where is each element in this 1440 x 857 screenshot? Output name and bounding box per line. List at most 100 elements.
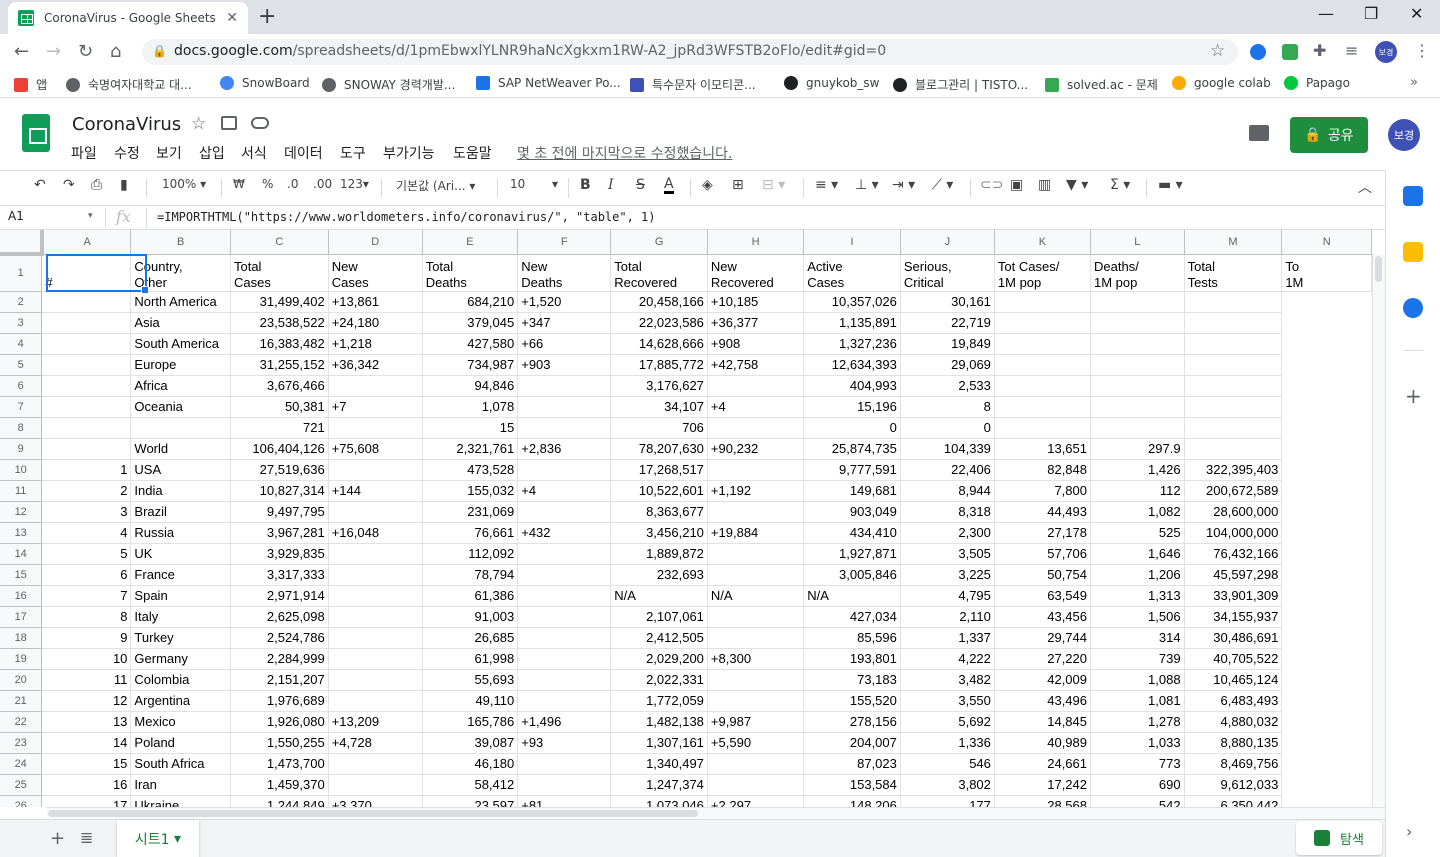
forward-icon[interactable]: → xyxy=(46,41,61,62)
cell[interactable]: North America xyxy=(130,291,231,313)
add-addon-icon[interactable]: + xyxy=(1405,384,1422,408)
cell[interactable]: 42,009 xyxy=(994,669,1092,691)
cell[interactable]: 34,107 xyxy=(610,396,708,418)
cell[interactable]: 0 xyxy=(900,417,995,439)
column-header[interactable]: L xyxy=(1090,230,1185,255)
cell[interactable] xyxy=(707,669,805,691)
cell[interactable]: Spain xyxy=(130,585,231,607)
cell[interactable]: +7 xyxy=(328,396,423,418)
cell[interactable]: 404,993 xyxy=(803,375,901,397)
cell[interactable]: 1,337 xyxy=(900,627,995,649)
cell[interactable]: +42,758 xyxy=(707,354,805,376)
cell[interactable]: Brazil xyxy=(130,501,231,523)
cell[interactable]: 43,456 xyxy=(994,606,1092,628)
cell[interactable] xyxy=(41,312,132,334)
cell[interactable] xyxy=(707,459,805,481)
cell[interactable] xyxy=(328,669,423,691)
menu-file[interactable]: 파일 xyxy=(71,143,97,163)
document-title[interactable]: CoronaVirus xyxy=(72,114,181,135)
cell[interactable] xyxy=(328,375,423,397)
header-cell[interactable]: To 1M xyxy=(1281,254,1372,292)
cell[interactable]: 87,023 xyxy=(803,753,901,775)
cell[interactable]: 2,533 xyxy=(900,375,995,397)
bookmark-item[interactable]: SAP NetWeaver Po... xyxy=(476,76,621,90)
cell[interactable]: 3,676,466 xyxy=(230,375,329,397)
cell[interactable]: 43,496 xyxy=(994,690,1092,712)
cell[interactable]: 278,156 xyxy=(803,711,901,733)
spreadsheet-grid[interactable]: A B C D E F G H I J K L M N 1 # Country, O… xyxy=(0,230,1372,807)
restore-icon[interactable]: ❐ xyxy=(1364,4,1378,23)
cell[interactable]: 1,927,871 xyxy=(803,543,901,565)
cell[interactable]: +93 xyxy=(517,732,612,754)
column-header[interactable]: H xyxy=(707,230,805,255)
extension-icon[interactable] xyxy=(1250,44,1266,60)
row-header[interactable]: 2 xyxy=(0,291,43,313)
cell-table[interactable]: A B C D E F G H I J K L M N 1 # Country, O… xyxy=(0,230,1372,807)
cell[interactable]: 11 xyxy=(41,669,132,691)
currency-button[interactable]: ₩ xyxy=(233,177,245,191)
cell[interactable]: +4 xyxy=(517,480,612,502)
cell[interactable]: Europe xyxy=(130,354,231,376)
cell[interactable] xyxy=(328,627,423,649)
cell[interactable]: 322,395,403 xyxy=(1184,459,1283,481)
cell[interactable]: 155,032 xyxy=(422,480,519,502)
cell[interactable]: 10,465,124 xyxy=(1184,669,1283,691)
cell[interactable]: +4 xyxy=(707,396,805,418)
cell[interactable]: 721 xyxy=(230,417,329,439)
header-cell[interactable]: New Deaths xyxy=(517,254,612,292)
header-cell[interactable]: Total Cases xyxy=(230,254,329,292)
explore-button[interactable]: 탐색 xyxy=(1296,821,1382,855)
cell[interactable] xyxy=(994,396,1092,418)
cell[interactable]: +908 xyxy=(707,333,805,355)
cell[interactable]: +90,232 xyxy=(707,438,805,460)
cell[interactable]: 3,225 xyxy=(900,564,995,586)
cell[interactable]: 40,989 xyxy=(994,732,1092,754)
cell[interactable]: 30,486,691 xyxy=(1184,627,1283,649)
cell[interactable]: 2,022,331 xyxy=(610,669,708,691)
cell[interactable]: 9,612,033 xyxy=(1184,774,1283,796)
cell[interactable]: +903 xyxy=(517,354,612,376)
cell[interactable] xyxy=(517,690,612,712)
cell[interactable] xyxy=(994,333,1092,355)
header-cell[interactable]: Deaths/ 1M pop xyxy=(1090,254,1185,292)
more-bookmarks-icon[interactable]: » xyxy=(1410,75,1418,90)
cell[interactable]: 14,845 xyxy=(994,711,1092,733)
zoom-select[interactable]: 100% ▾ xyxy=(162,177,206,191)
cell[interactable]: 50,754 xyxy=(994,564,1092,586)
bookmark-item[interactable]: solved.ac - 문제 xyxy=(1045,76,1158,93)
row-header[interactable]: 20 xyxy=(0,669,43,691)
cell[interactable]: 4,222 xyxy=(900,648,995,670)
cell[interactable]: 1,976,689 xyxy=(230,690,329,712)
cell[interactable]: Mexico xyxy=(130,711,231,733)
cell[interactable]: 1,646 xyxy=(1090,543,1185,565)
cell[interactable] xyxy=(1090,417,1185,439)
cell[interactable]: 232,693 xyxy=(610,564,708,586)
redo-icon[interactable]: ↷ xyxy=(63,177,75,193)
cell[interactable]: 8,469,756 xyxy=(1184,753,1283,775)
undo-icon[interactable]: ↶ xyxy=(34,177,46,193)
cell[interactable]: 55,693 xyxy=(422,669,519,691)
cell[interactable]: 15,196 xyxy=(803,396,901,418)
row-header[interactable]: 18 xyxy=(0,627,43,649)
cell[interactable] xyxy=(1090,375,1185,397)
bookmark-star-icon[interactable]: ☆ xyxy=(1210,41,1225,61)
borders-icon[interactable]: ⊞ xyxy=(732,177,744,193)
cell[interactable]: 9,497,795 xyxy=(230,501,329,523)
cell[interactable]: 3,482 xyxy=(900,669,995,691)
cell[interactable]: 2 xyxy=(41,480,132,502)
cell[interactable]: 57,706 xyxy=(994,543,1092,565)
cell[interactable] xyxy=(517,753,612,775)
back-icon[interactable]: ← xyxy=(14,41,29,62)
text-color-button[interactable]: A xyxy=(664,177,674,194)
cell[interactable]: 1,033 xyxy=(1090,732,1185,754)
row-header[interactable]: 5 xyxy=(0,354,43,376)
cell[interactable]: 31,499,402 xyxy=(230,291,329,313)
cell[interactable]: 1,327,236 xyxy=(803,333,901,355)
cell[interactable] xyxy=(517,501,612,523)
column-header[interactable]: F xyxy=(517,230,612,255)
cell[interactable]: 427,580 xyxy=(422,333,519,355)
sheets-logo-icon[interactable] xyxy=(22,114,50,152)
cell[interactable]: +5,590 xyxy=(707,732,805,754)
cell[interactable]: +16,048 xyxy=(328,522,423,544)
cell[interactable]: 10,357,026 xyxy=(803,291,901,313)
